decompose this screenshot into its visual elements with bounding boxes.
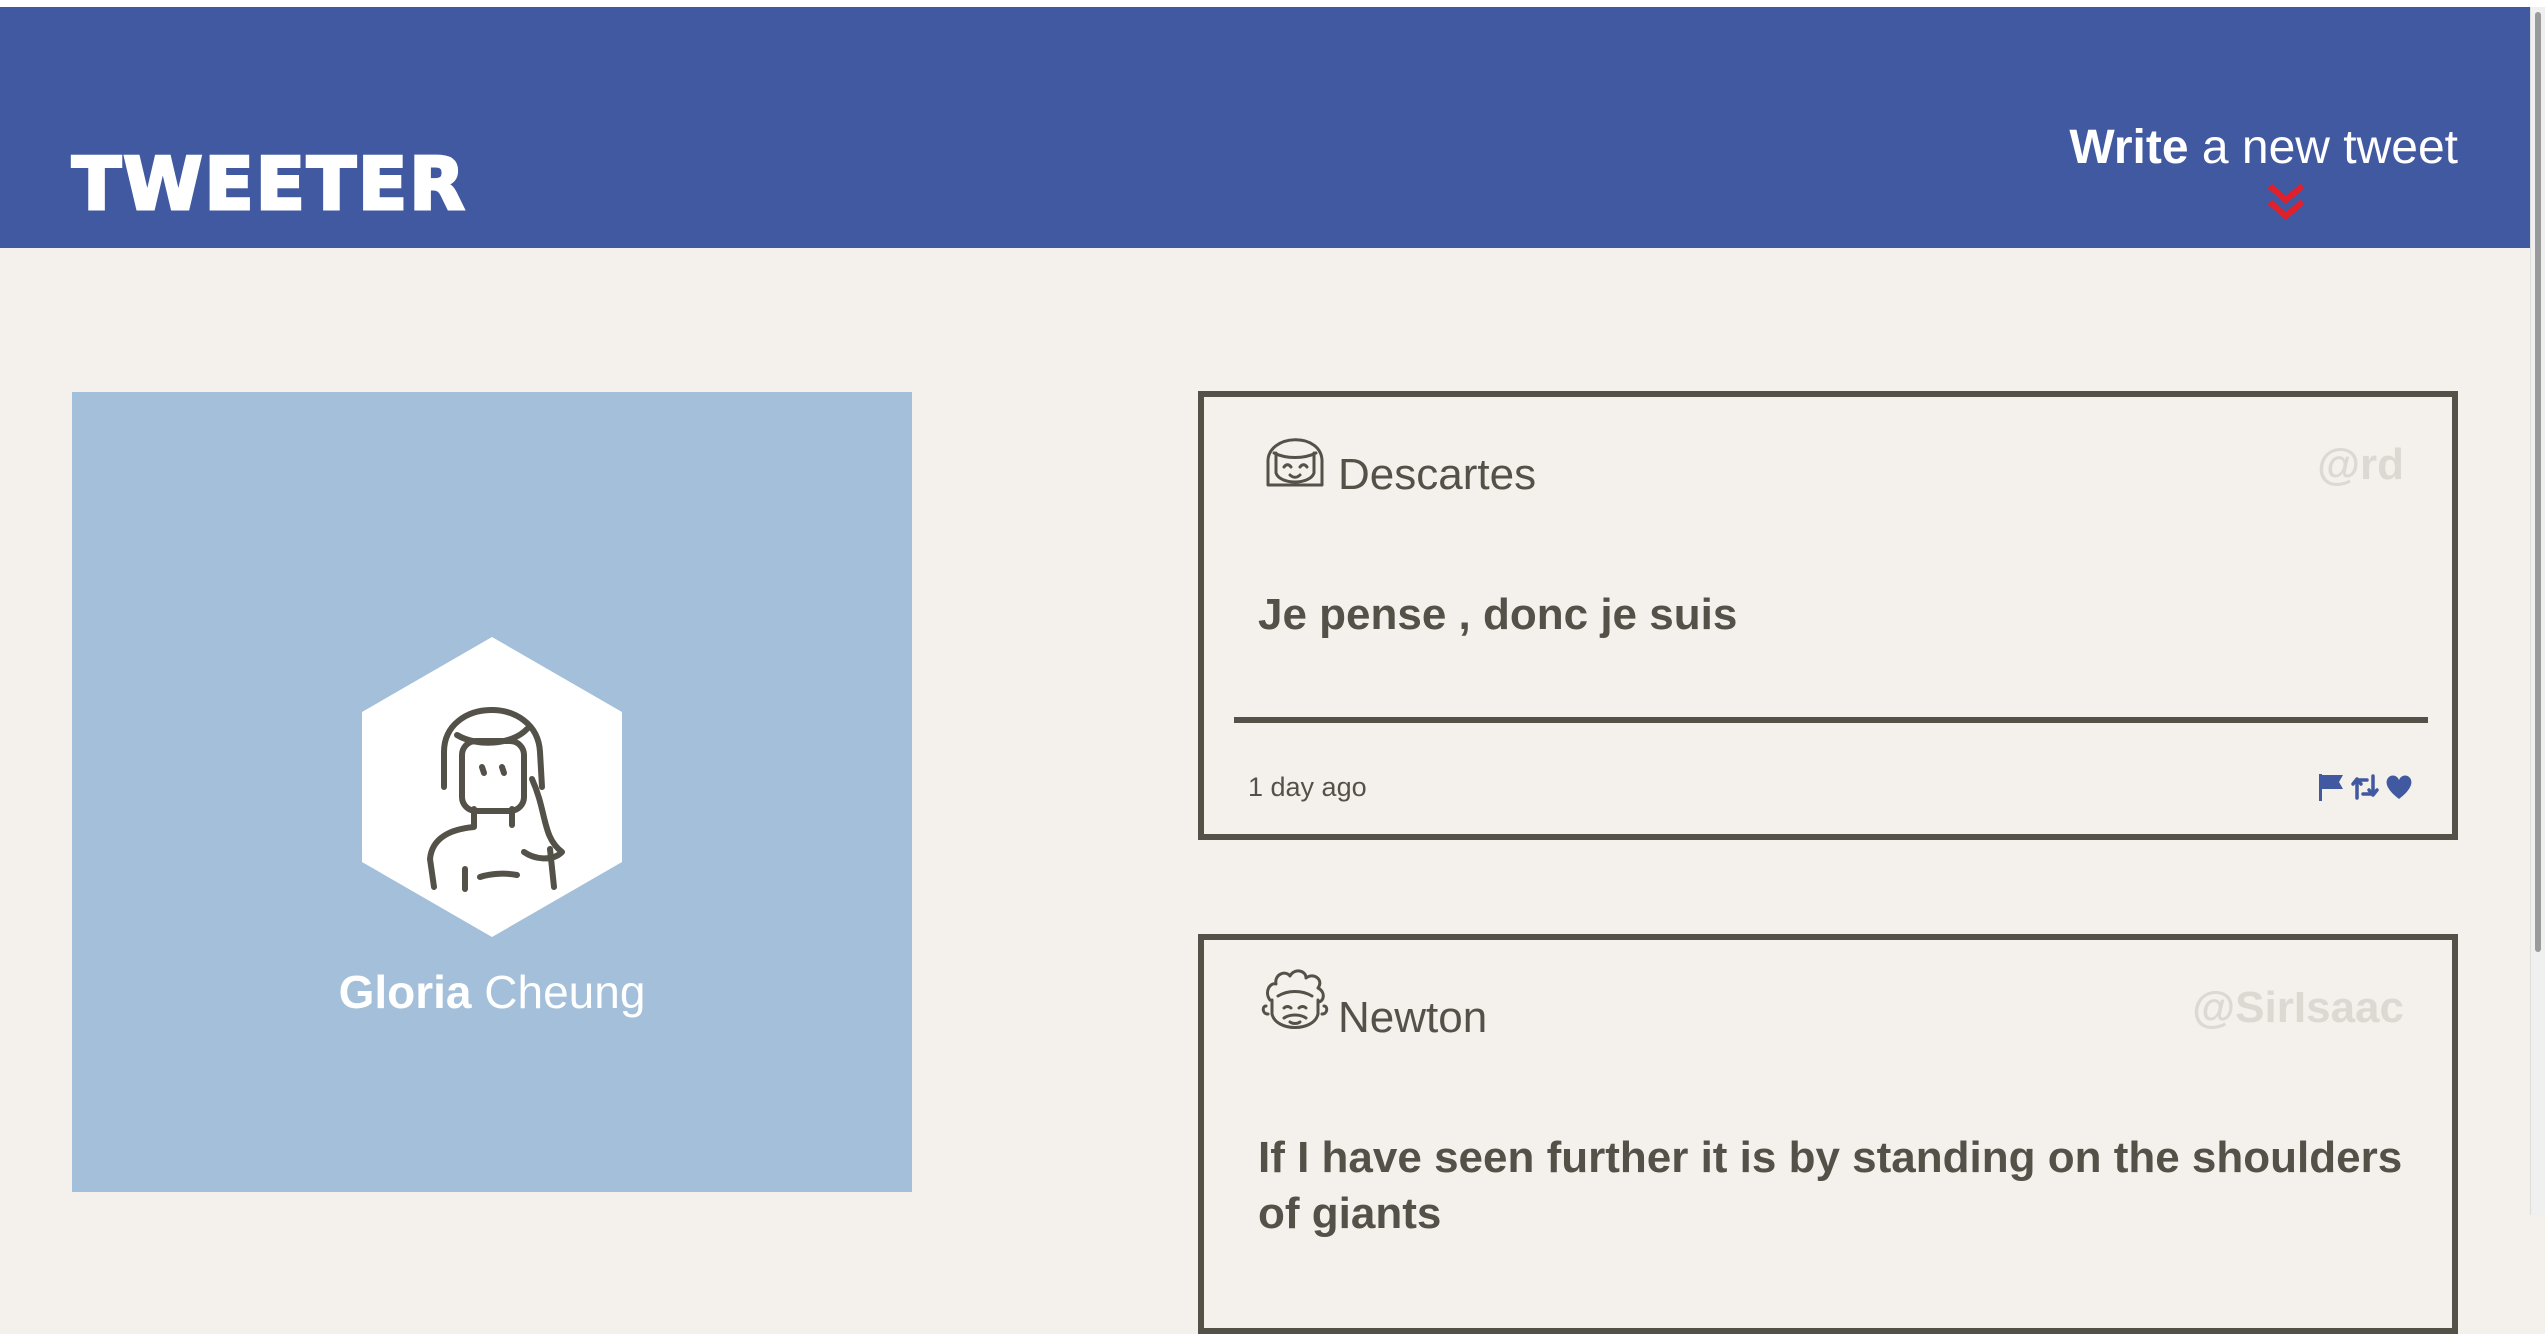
scrollbar-thumb[interactable] <box>2535 12 2541 952</box>
tweet-content: Je pense , donc je suis <box>1258 590 1738 639</box>
double-chevron-down-icon[interactable] <box>2262 180 2310 228</box>
flag-icon[interactable] <box>2316 772 2346 802</box>
curly-hair-avatar-icon <box>1261 969 1329 1029</box>
tweet-card: Newton @SirIsaac If I have seen further … <box>1198 934 2458 1334</box>
tweet-divider <box>1234 717 2428 723</box>
brand-logo[interactable]: TWEETER <box>71 143 467 226</box>
tweet-actions <box>2316 772 2414 802</box>
profile-card: Gloria Cheung <box>72 392 912 1192</box>
retweet-icon[interactable] <box>2350 772 2380 802</box>
tweet-content: If I have seen further it is by standing… <box>1258 1133 2403 1238</box>
top-nav: TWEETER Write a new tweet <box>0 7 2530 248</box>
compose-strong-text: Write <box>2069 121 2189 174</box>
compose-tweet-label[interactable]: Write a new tweet <box>2069 120 2458 176</box>
tweet-author-handle[interactable]: @SirIsaac <box>2192 982 2404 1034</box>
tweet-timestamp: 1 day ago <box>1248 772 1367 802</box>
window-top-edge <box>0 0 2545 7</box>
profile-first-name: Gloria <box>338 966 472 1018</box>
compose-tweet-toggle[interactable]: Write a new tweet <box>2069 120 2458 220</box>
tweet-author-name[interactable]: Newton <box>1338 992 1487 1044</box>
tweet-author-name[interactable]: Descartes <box>1338 449 1536 501</box>
tweet-card: Descartes @rd Je pense , donc je suis 1 … <box>1198 391 2458 840</box>
girl-avatar-icon <box>1266 438 1324 487</box>
profile-last-name: Cheung <box>471 966 646 1018</box>
heart-icon[interactable] <box>2384 772 2414 802</box>
profile-name: Gloria Cheung <box>72 964 912 1020</box>
tweet-author-handle[interactable]: @rd <box>2317 439 2404 491</box>
compose-light-text: a new tweet <box>2188 121 2458 174</box>
woman-avatar-icon <box>362 637 622 937</box>
